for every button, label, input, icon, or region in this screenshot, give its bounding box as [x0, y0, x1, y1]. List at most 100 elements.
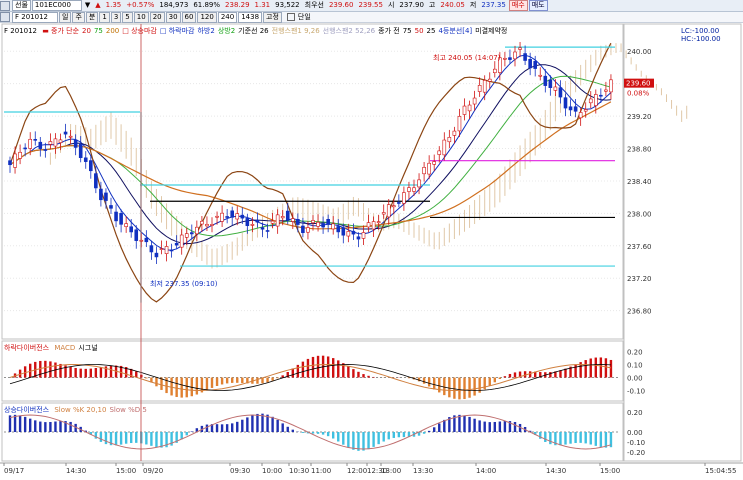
candle-body	[159, 248, 164, 250]
candle-body	[321, 223, 325, 228]
best-bid-value: 239.55	[358, 1, 383, 9]
open-label: 시	[387, 1, 395, 9]
interval-10[interactable]: 10	[133, 11, 149, 23]
price-legend: F 201012 ▬ 중가 단순 20 75 200 □ 상승마감 □ 하락마감 하방2 상방…	[4, 26, 507, 36]
candle-body	[508, 57, 512, 60]
macd-bar	[453, 377, 456, 399]
macd-bar	[170, 377, 173, 396]
candle-body	[462, 105, 467, 115]
candle-body	[422, 167, 426, 175]
candle-body	[129, 226, 133, 233]
stoch-bar	[291, 429, 294, 432]
interval-30[interactable]: 30	[165, 11, 181, 23]
candle-body	[285, 210, 290, 221]
menu-icon[interactable]	[0, 0, 10, 11]
macd-bar	[44, 360, 47, 378]
stoch-tick-label: -0.10	[627, 439, 645, 447]
price-value-1: 238.29	[225, 1, 250, 9]
code-field[interactable]: 101EC000	[31, 0, 82, 11]
candle-body	[78, 143, 83, 158]
price-tick-label: 238.40	[627, 178, 652, 186]
candle-body	[346, 231, 351, 237]
bar-count-field[interactable]: 240	[217, 11, 238, 23]
macd-bar	[220, 377, 224, 385]
volume-value-2: 93,522	[275, 1, 300, 9]
price-legend-title: F 201012	[4, 27, 37, 35]
time-label: 15:04:55	[705, 467, 736, 475]
candle-body	[381, 212, 386, 215]
stoch-tick-label: 0.00	[627, 429, 643, 437]
macd-bar	[326, 356, 330, 378]
candle-body	[513, 51, 517, 60]
candle-body	[68, 135, 73, 138]
stoch-bar	[39, 421, 42, 432]
stoch-legend: 상승다이버전스 Slow %K 20,10 Slow %D 5	[4, 405, 147, 415]
dropdown-arrow-icon[interactable]: ▼	[83, 1, 92, 10]
macd-bar	[145, 377, 148, 379]
buy-button[interactable]: 매수	[508, 0, 528, 11]
macd-legend-title: 하락다이버전스	[4, 344, 50, 352]
interval-60[interactable]: 60	[181, 11, 197, 23]
price-tick-label: 237.20	[627, 275, 652, 283]
stoch-bar	[498, 421, 502, 432]
legend-item: 시그널	[78, 344, 98, 352]
contract-select[interactable]: F 201012	[12, 11, 58, 23]
interval-1[interactable]: 1	[99, 11, 110, 23]
interval-20[interactable]: 20	[149, 11, 165, 23]
macd-bar	[74, 367, 77, 378]
candle-body	[447, 137, 452, 143]
macd-bar	[271, 377, 274, 381]
macd-bar	[599, 357, 603, 378]
candle-body	[427, 162, 431, 175]
price-tick-label: 238.00	[627, 210, 652, 218]
price-tick-label: 239.20	[627, 113, 652, 121]
interval-5[interactable]: 5	[122, 11, 133, 23]
time-label: 13:30	[413, 467, 433, 475]
chart-settings-icon[interactable]	[0, 12, 10, 22]
tab-week[interactable]: 주	[72, 11, 85, 23]
macd-bar	[94, 367, 98, 378]
price-tick-label: 236.80	[627, 308, 652, 316]
stoch-bar	[29, 418, 32, 432]
legend-item: 200	[105, 27, 120, 35]
quote-toolbar: 선물 101EC000 ▼ ▲ 1.35 +0.57% 184,973 61.8…	[0, 0, 743, 12]
candle-body	[48, 141, 53, 145]
single-checkbox[interactable]	[286, 13, 295, 21]
candle-body	[518, 47, 522, 50]
macd-bar	[433, 377, 436, 390]
top-label: HC:-100.00	[681, 35, 721, 43]
stoch-bar	[246, 417, 249, 432]
candle-body	[275, 214, 280, 227]
stoch-bar	[559, 432, 562, 446]
lock-button[interactable]: 고정	[263, 11, 282, 23]
candle-body	[593, 94, 598, 106]
candle-body	[104, 192, 108, 201]
page-field[interactable]: 1438	[238, 11, 263, 23]
tab-minute[interactable]: 분	[85, 11, 99, 23]
legend-item: 미결제약정	[475, 27, 508, 35]
macd-bar	[291, 368, 294, 378]
stoch-bar	[458, 414, 461, 432]
tab-day[interactable]: 일	[59, 11, 72, 23]
macd-bar	[99, 367, 103, 378]
candle-body	[154, 252, 159, 258]
single-checkbox-label: 단일	[297, 12, 311, 21]
sell-button[interactable]: 매도	[528, 0, 548, 11]
macd-bar	[332, 358, 335, 378]
interval-120[interactable]: 120	[197, 11, 217, 23]
macd-bar	[89, 368, 92, 378]
candle-body	[351, 230, 356, 235]
stoch-bar	[438, 423, 441, 432]
candle-body	[94, 173, 98, 189]
candle-body	[23, 147, 27, 150]
stoch-bar	[160, 432, 163, 448]
candle-body	[280, 216, 285, 219]
instrument-type-select[interactable]: 선물	[12, 0, 31, 11]
interval-3[interactable]: 3	[110, 11, 122, 23]
stoch-tick-label: 0.20	[627, 409, 643, 417]
macd-tick-label: -0.10	[627, 388, 645, 396]
stoch-bar	[493, 421, 496, 432]
stoch-bar	[433, 427, 436, 432]
candle-body	[73, 139, 78, 148]
stoch-bar	[13, 414, 17, 432]
